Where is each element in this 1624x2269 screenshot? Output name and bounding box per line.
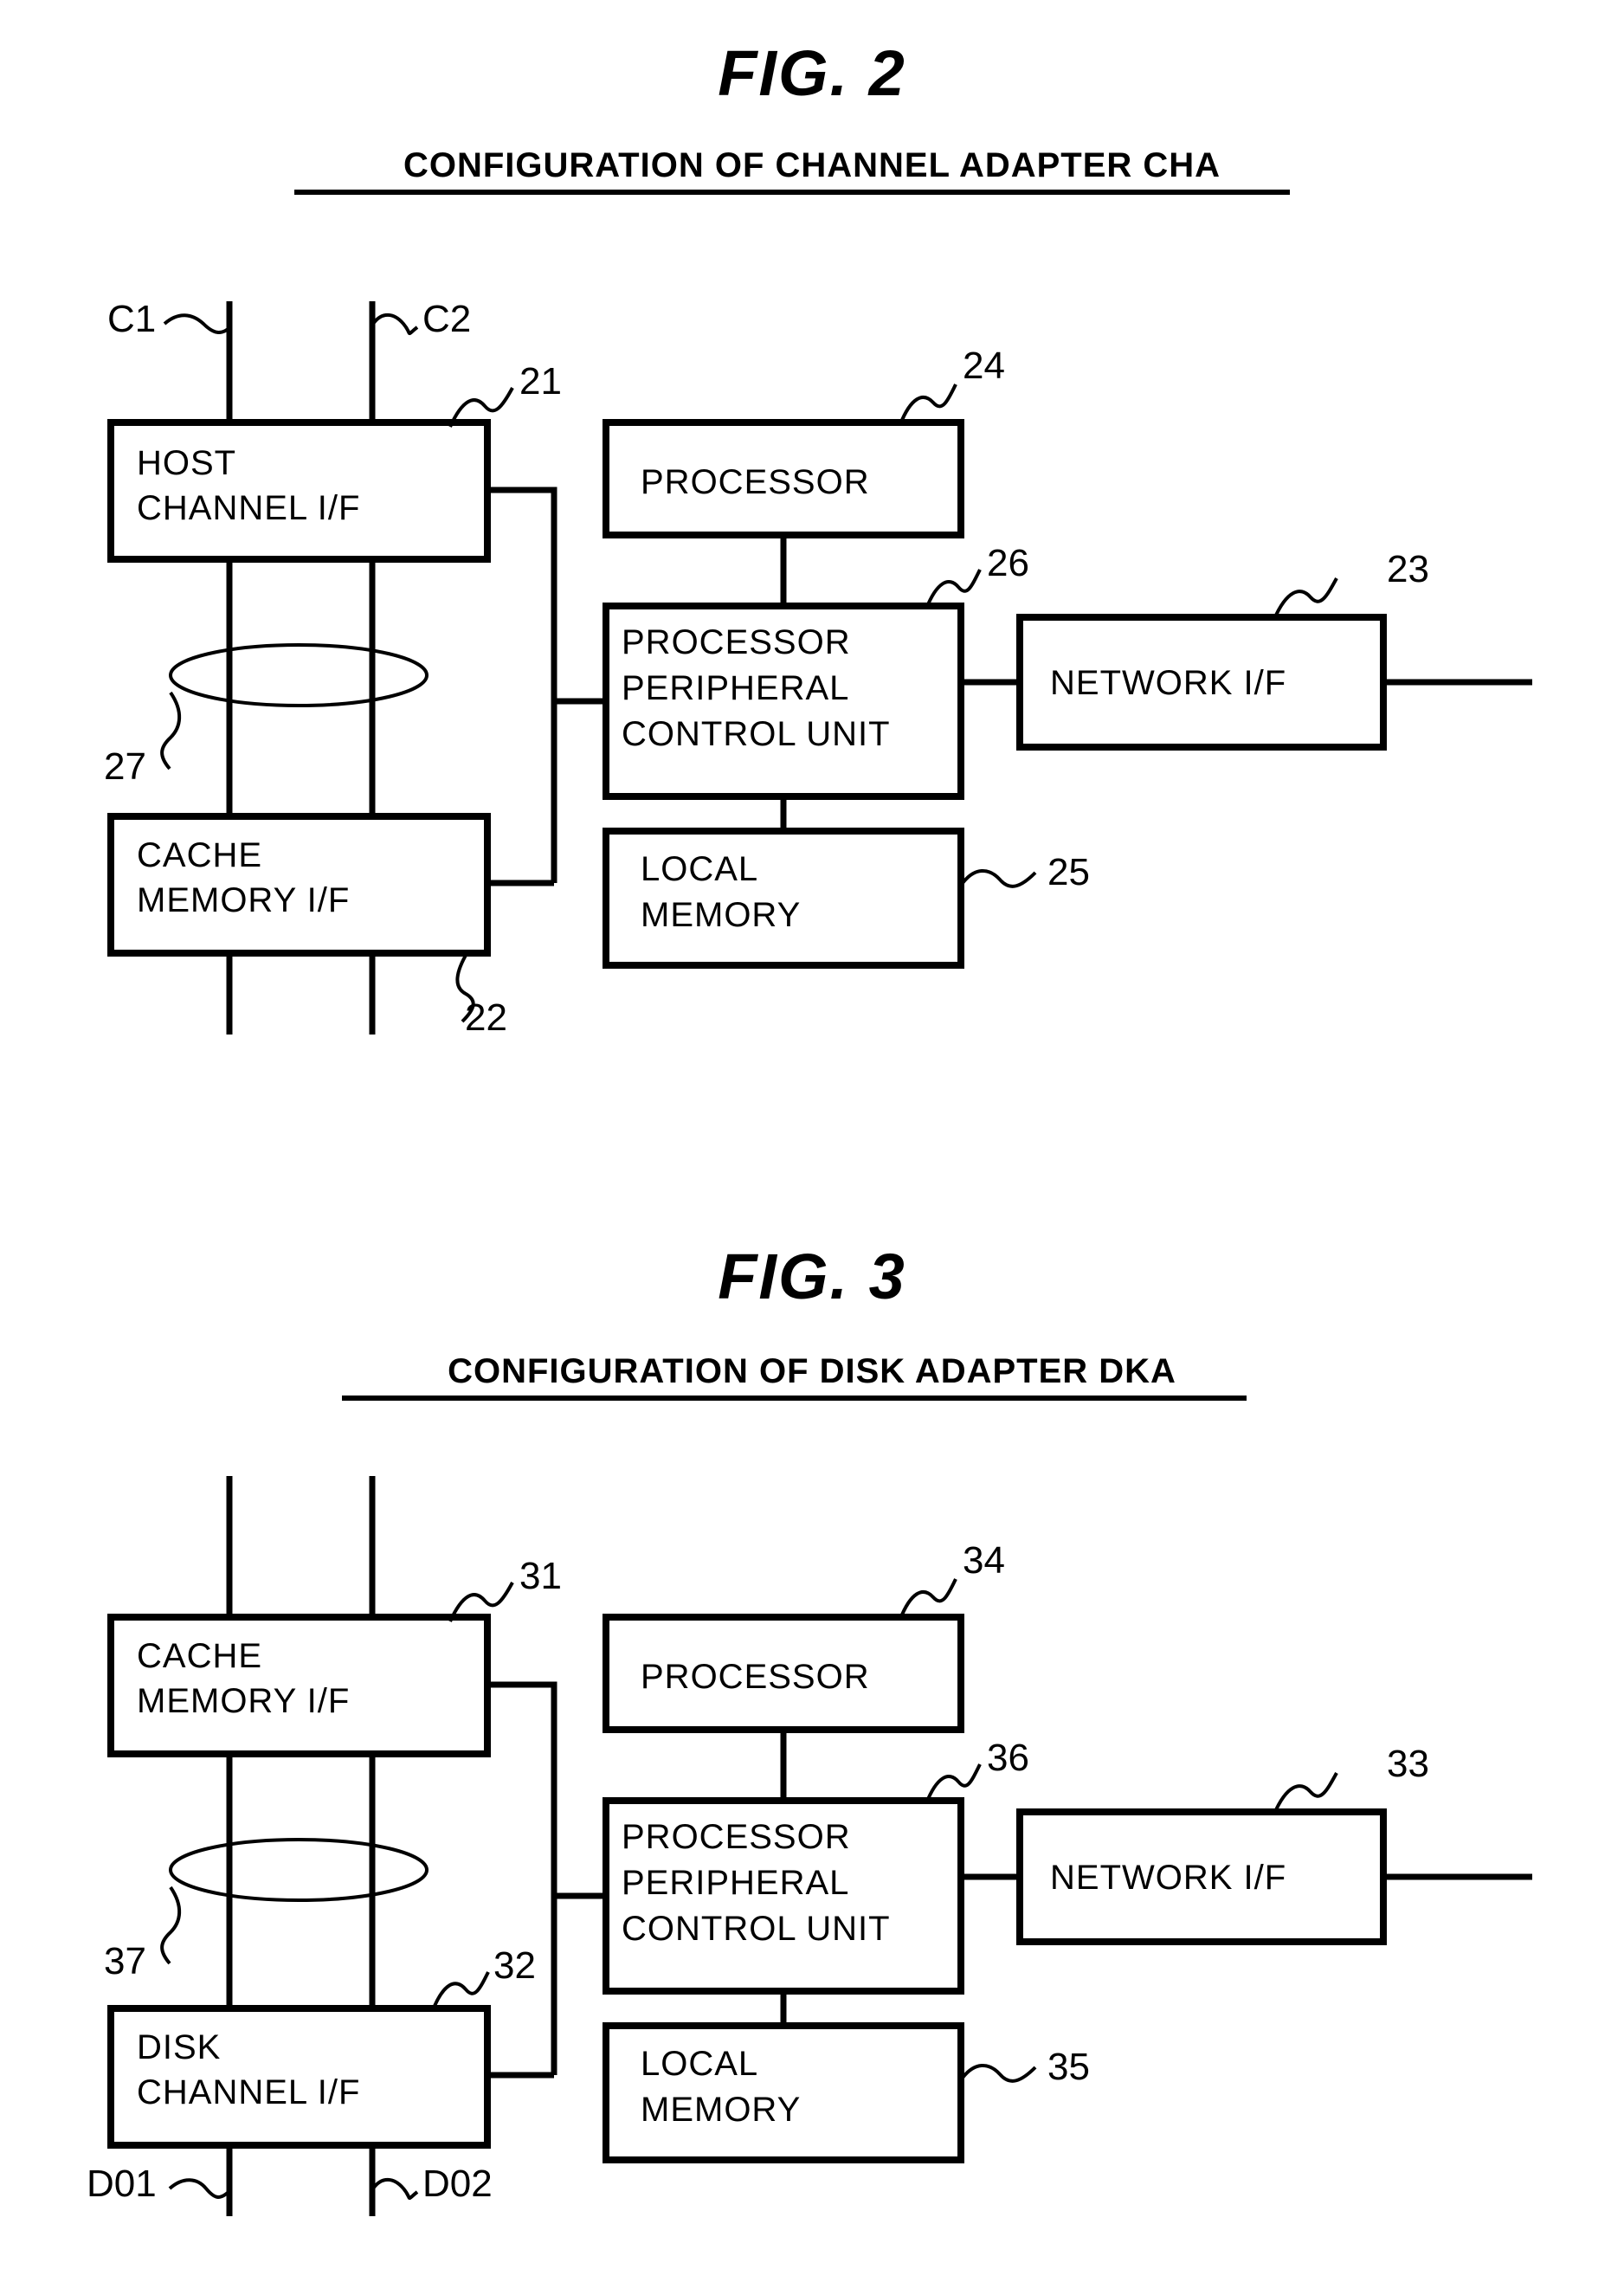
leader-ref-25 xyxy=(961,869,1037,888)
leader-ref-32 xyxy=(431,1971,490,2011)
box-cache-memory-if-line-1: CACHE xyxy=(137,836,262,874)
leader-d01 xyxy=(168,2178,230,2199)
leader-ref-27 xyxy=(160,691,182,770)
box-local-memory-line-1: LOCAL xyxy=(641,850,758,888)
port-label-d02: D02 xyxy=(422,2163,493,2205)
box-cache-memory-if-fig3-line-2: MEMORY I/F xyxy=(137,1682,350,1720)
leader-c2 xyxy=(371,313,419,335)
reference-numeral-21: 21 xyxy=(519,360,562,403)
box-processor-fig3-label: PROCESSOR xyxy=(641,1658,870,1696)
reference-numeral-25: 25 xyxy=(1047,851,1090,893)
box-cache-memory-if-fig3-line-1: CACHE xyxy=(137,1637,262,1675)
box-local-memory-fig3-line-1: LOCAL xyxy=(641,2045,758,2083)
box-ppcu-fig3-line-1: PROCESSOR xyxy=(622,1818,851,1856)
leader-d02 xyxy=(371,2177,419,2200)
reference-numeral-35: 35 xyxy=(1047,2046,1090,2088)
box-network-if-label: NETWORK I/F xyxy=(1050,664,1286,702)
figure-3: FIG. 3 CONFIGURATION OF DISK ADAPTER DKA… xyxy=(87,1241,1532,2216)
port-label-c2: C2 xyxy=(422,298,471,340)
box-processor-label: PROCESSOR xyxy=(641,463,870,501)
leader-ref-24 xyxy=(899,384,957,425)
reference-numeral-33: 33 xyxy=(1387,1743,1429,1785)
port-label-c1: C1 xyxy=(107,298,156,340)
patent-drawing-sheet: FIG. 2 CONFIGURATION OF CHANNEL ADAPTER … xyxy=(0,0,1624,2269)
figure-2-subtitle: CONFIGURATION OF CHANNEL ADAPTER CHA xyxy=(403,146,1221,184)
reference-numeral-27: 27 xyxy=(104,745,146,788)
figure-3-title: FIG. 3 xyxy=(718,1241,906,1312)
reference-numeral-24: 24 xyxy=(963,345,1005,387)
port-label-d01: D01 xyxy=(87,2163,157,2205)
channel-bus-loop xyxy=(169,643,429,707)
box-ppcu-line-2: PERIPHERAL xyxy=(622,669,849,707)
box-disk-channel-if-line-2: CHANNEL I/F xyxy=(137,2073,360,2111)
reference-numeral-37: 37 xyxy=(104,1940,146,1982)
reference-numeral-23: 23 xyxy=(1387,548,1429,590)
figure-2-title: FIG. 2 xyxy=(718,37,906,109)
leader-ref-35 xyxy=(961,2064,1037,2083)
reference-numeral-31: 31 xyxy=(519,1555,562,1597)
box-ppcu-fig3-line-2: PERIPHERAL xyxy=(622,1864,849,1902)
box-ppcu-line-3: CONTROL UNIT xyxy=(622,715,891,753)
box-host-channel-if-line-2: CHANNEL I/F xyxy=(137,489,360,527)
reference-numeral-22: 22 xyxy=(465,996,507,1039)
drawing-canvas: FIG. 2 CONFIGURATION OF CHANNEL ADAPTER … xyxy=(87,37,1532,2216)
figure-2: FIG. 2 CONFIGURATION OF CHANNEL ADAPTER … xyxy=(104,37,1532,1039)
reference-numeral-26: 26 xyxy=(987,542,1029,584)
reference-numeral-32: 32 xyxy=(493,1944,536,1987)
leader-c1 xyxy=(163,313,232,334)
box-network-if-fig3-label: NETWORK I/F xyxy=(1050,1859,1286,1897)
figure-3-subtitle: CONFIGURATION OF DISK ADAPTER DKA xyxy=(448,1352,1176,1390)
reference-numeral-34: 34 xyxy=(963,1539,1005,1582)
box-ppcu-line-1: PROCESSOR xyxy=(622,623,851,661)
reference-numeral-36: 36 xyxy=(987,1737,1029,1779)
box-local-memory-fig3-line-2: MEMORY xyxy=(641,2091,801,2129)
leader-ref-23 xyxy=(1273,577,1338,620)
leader-ref-34 xyxy=(899,1578,957,1620)
leader-ref-33 xyxy=(1273,1772,1338,1815)
wire-host-channel-if-to-ppcu xyxy=(487,487,606,705)
box-disk-channel-if-line-1: DISK xyxy=(137,2028,221,2066)
leader-ref-37 xyxy=(160,1885,182,1965)
box-local-memory-line-2: MEMORY xyxy=(641,896,801,934)
wire-cache-memory-if-to-ppcu-fig3 xyxy=(487,1681,606,1899)
disk-bus-loop xyxy=(169,1838,429,1902)
box-ppcu-fig3-line-3: CONTROL UNIT xyxy=(622,1910,891,1948)
box-cache-memory-if-line-2: MEMORY I/F xyxy=(137,881,350,919)
box-host-channel-if-line-1: HOST xyxy=(137,444,236,482)
